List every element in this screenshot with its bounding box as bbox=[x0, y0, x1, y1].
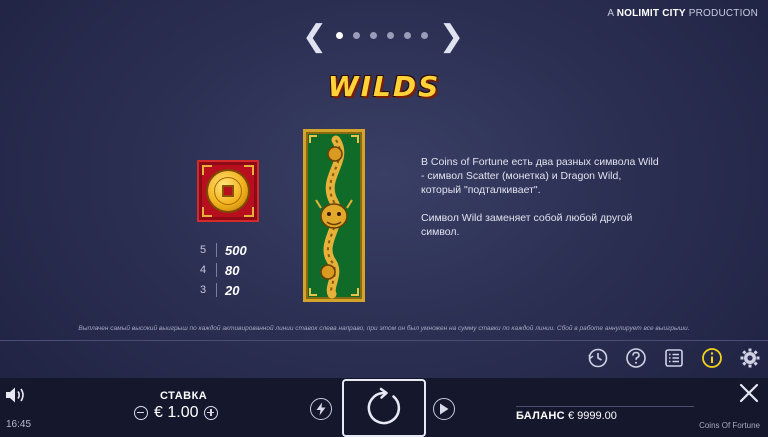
decrease-bet-button[interactable] bbox=[134, 406, 148, 420]
paytable-row: 4 80 bbox=[200, 262, 240, 278]
wild-description: В Coins of Fortune есть два разных симво… bbox=[421, 156, 659, 238]
spin-button[interactable] bbox=[342, 379, 426, 437]
paytable: 5 500 4 80 3 20 bbox=[200, 240, 270, 300]
settings-icon[interactable] bbox=[738, 346, 762, 370]
page-dot[interactable] bbox=[336, 32, 343, 39]
game-name: Coins Of Fortune bbox=[699, 421, 760, 430]
production-credit: A NOLIMIT CITY PRODUCTION bbox=[607, 8, 758, 19]
clock: 16:45 bbox=[6, 419, 32, 430]
chevron-right-icon[interactable]: ❯ bbox=[439, 22, 464, 52]
dragon-wild-symbol bbox=[303, 129, 365, 302]
bottom-bar: 16:45 СТАВКА € 1.00 БАЛАНС € 9999.00 Coi… bbox=[0, 378, 768, 437]
coin-icon bbox=[208, 171, 248, 211]
bet-control: € 1.00 bbox=[134, 404, 219, 422]
divider bbox=[516, 406, 694, 407]
bet-label: СТАВКА bbox=[160, 390, 208, 402]
page-dots bbox=[336, 32, 428, 39]
close-icon[interactable] bbox=[738, 382, 760, 404]
bet-value: € 1.00 bbox=[154, 404, 199, 421]
paytable-row: 3 20 bbox=[200, 282, 240, 298]
page-dot[interactable] bbox=[353, 32, 360, 39]
page-dot[interactable] bbox=[421, 32, 428, 39]
page-navigation: ❮ ❯ bbox=[300, 20, 466, 54]
lightning-icon bbox=[316, 402, 326, 416]
info-icon[interactable] bbox=[700, 346, 724, 370]
sound-icon[interactable] bbox=[4, 384, 32, 406]
divider bbox=[0, 340, 768, 341]
paytable-icon[interactable] bbox=[662, 346, 686, 370]
page-dot[interactable] bbox=[404, 32, 411, 39]
increase-bet-button[interactable] bbox=[204, 406, 219, 420]
spin-icon bbox=[367, 387, 401, 425]
page-title: WILDS bbox=[327, 70, 441, 103]
page-dot[interactable] bbox=[370, 32, 377, 39]
page-dot[interactable] bbox=[387, 32, 394, 39]
scatter-coin-symbol bbox=[197, 160, 259, 222]
chevron-left-icon[interactable]: ❮ bbox=[302, 22, 327, 52]
turbo-button[interactable] bbox=[310, 398, 332, 420]
disclaimer: Выплачен самый высокий выигрыш по каждой… bbox=[78, 325, 690, 332]
dragon-icon bbox=[315, 135, 353, 299]
balance: БАЛАНС € 9999.00 bbox=[516, 410, 617, 422]
history-icon[interactable] bbox=[586, 346, 610, 370]
play-icon bbox=[440, 403, 449, 415]
paytable-row: 5 500 bbox=[200, 242, 247, 258]
help-icon[interactable] bbox=[624, 346, 648, 370]
toolbar bbox=[586, 346, 762, 370]
autoplay-button[interactable] bbox=[433, 398, 455, 420]
